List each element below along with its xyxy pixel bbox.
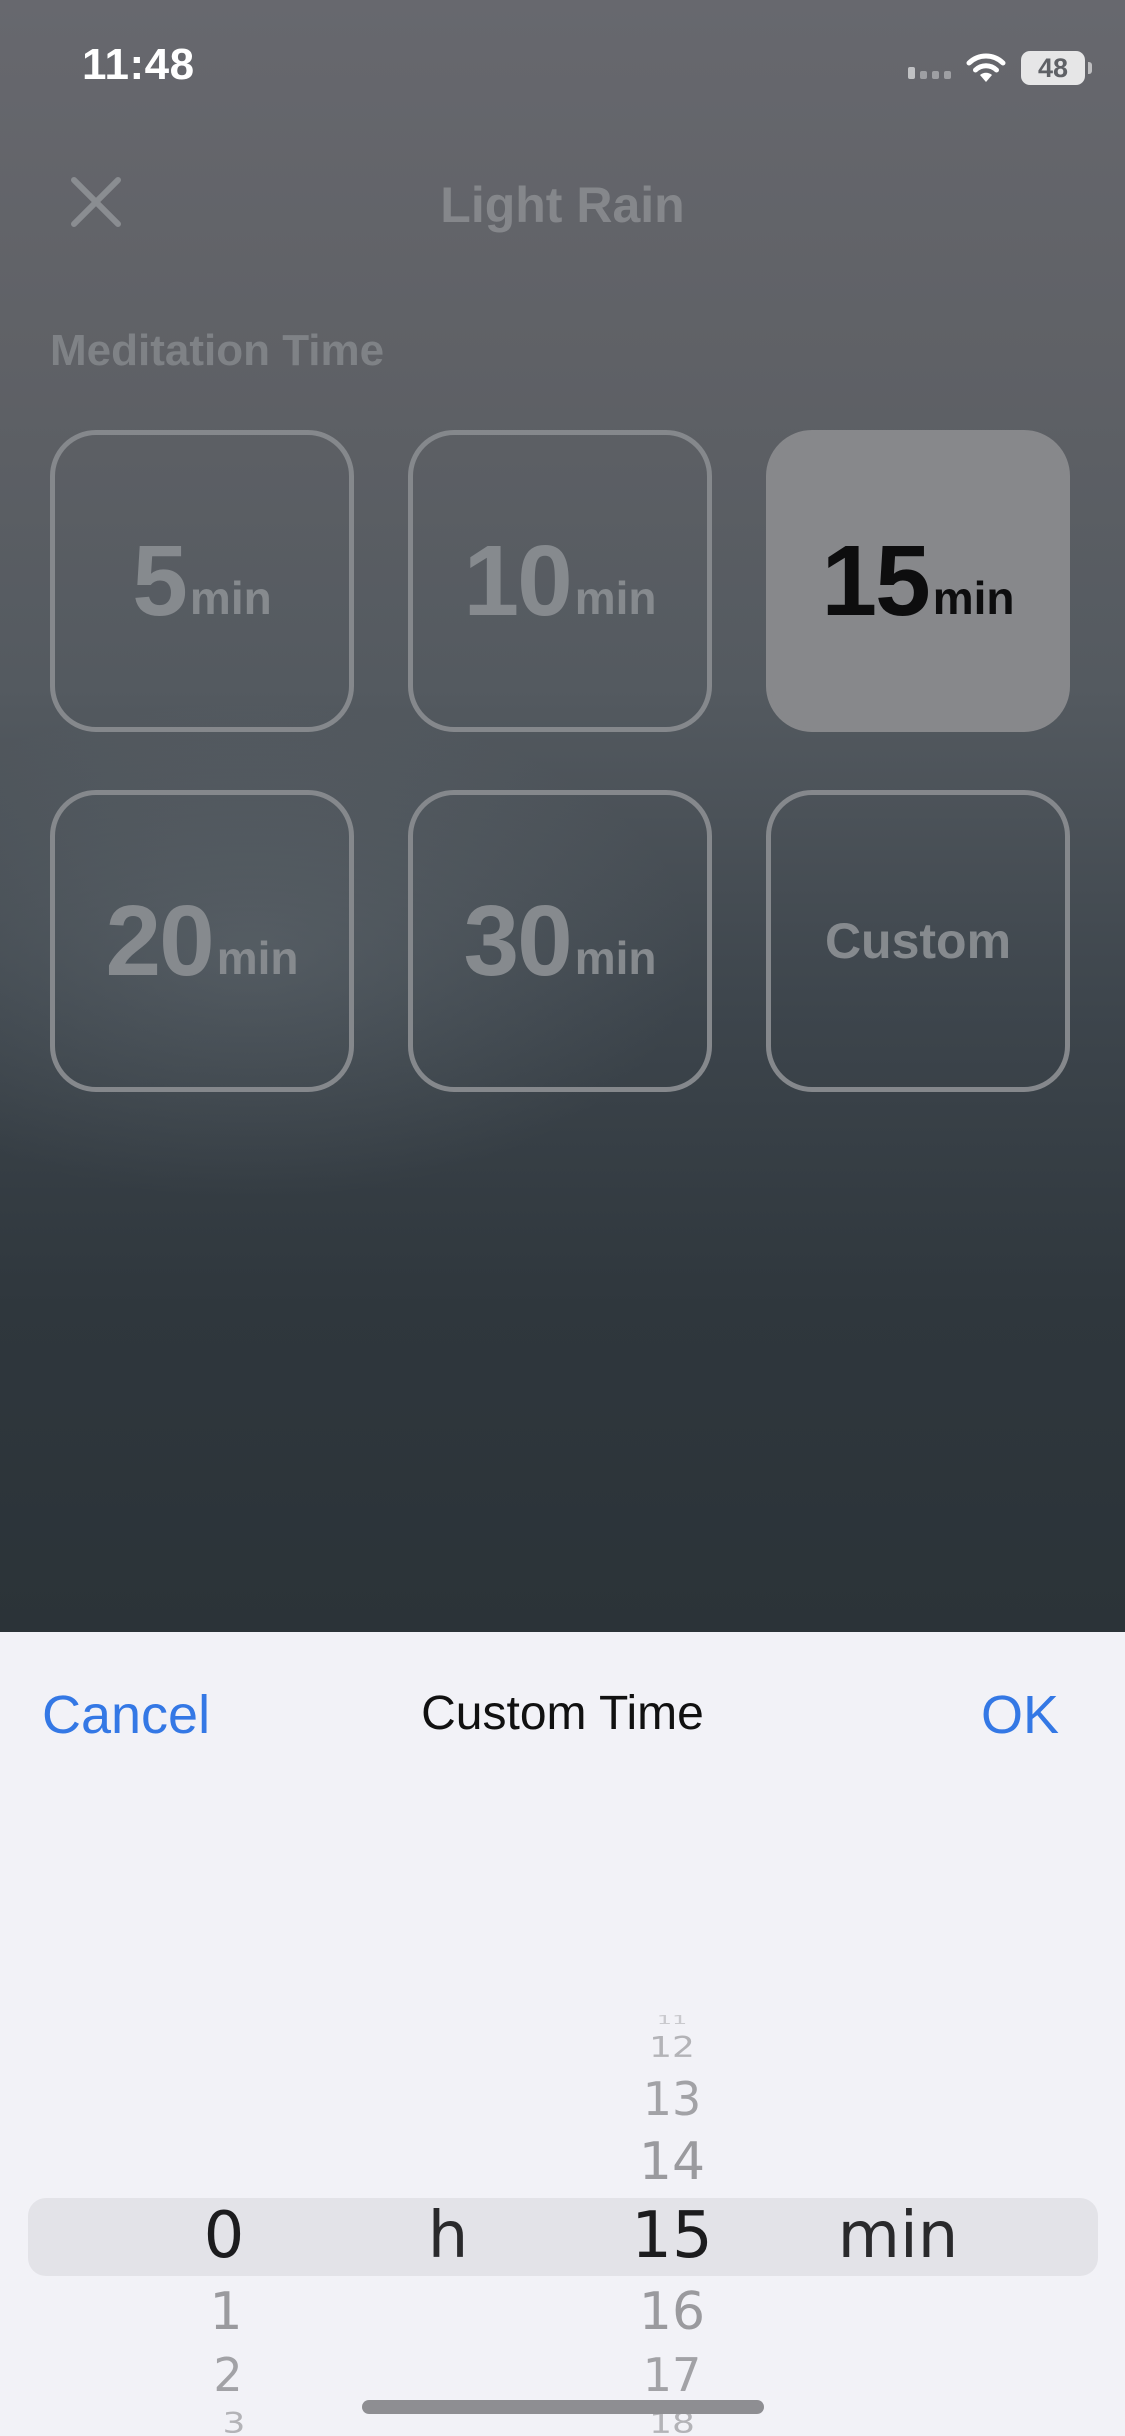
wifi-icon xyxy=(966,53,1006,82)
status-time: 11:48 xyxy=(82,40,195,89)
cellular-signal-icon xyxy=(908,57,951,79)
time-option-30[interactable]: 30 min xyxy=(408,790,712,1092)
time-option-value: 15 xyxy=(821,524,930,637)
time-option-10[interactable]: 10 min xyxy=(408,430,712,732)
time-option-20[interactable]: 20 min xyxy=(50,790,354,1092)
hours-option: 1 xyxy=(209,2282,243,2342)
status-icons: 48 xyxy=(908,48,1092,88)
section-label-meditation-time: Meditation Time xyxy=(50,326,385,375)
time-picker[interactable]: 0 1 2 3 4 h 11 12 13 14 15 16 17 18 19 m… xyxy=(0,1812,1125,2436)
time-option-unit: min xyxy=(574,932,657,984)
minutes-option: 16 xyxy=(638,2282,706,2342)
time-option-unit: min xyxy=(189,572,272,624)
time-option-unit: min xyxy=(216,932,299,984)
background-app-dimmed: 11:48 48 Light Rain Meditation Time 5 mi… xyxy=(0,0,1125,1632)
battery-icon: 48 xyxy=(1021,51,1092,85)
sheet-title: Custom Time xyxy=(421,1687,704,1740)
time-option-15-selected[interactable]: 15 min xyxy=(766,430,1070,732)
minutes-option: 14 xyxy=(638,2132,706,2192)
custom-time-sheet: Cancel Custom Time OK 0 1 2 3 4 h 11 12 … xyxy=(0,1632,1125,2436)
page-title: Light Rain xyxy=(440,177,685,233)
minutes-unit-label: min xyxy=(837,2199,959,2273)
time-option-value: 20 xyxy=(105,884,214,997)
custom-label: Custom xyxy=(824,913,1012,969)
minutes-option: 11 xyxy=(656,2013,688,2027)
time-option-unit: min xyxy=(574,572,657,624)
time-option-unit: min xyxy=(932,572,1015,624)
minutes-selected-value: 15 xyxy=(631,2199,713,2273)
minutes-option: 17 xyxy=(642,2348,702,2402)
battery-level: 48 xyxy=(1037,52,1069,83)
time-option-value: 30 xyxy=(463,884,572,997)
time-option-5[interactable]: 5 min xyxy=(50,430,354,732)
ok-button[interactable]: OK xyxy=(981,1684,1059,1746)
hours-option: 2 xyxy=(213,2348,243,2402)
hours-unit-label: h xyxy=(427,2199,469,2273)
minutes-option: 12 xyxy=(649,2031,695,2064)
hours-option: 3 xyxy=(222,2407,246,2436)
minutes-option: 13 xyxy=(642,2072,702,2126)
time-option-custom[interactable]: Custom xyxy=(766,790,1070,1092)
time-option-value: 10 xyxy=(463,524,572,637)
home-indicator[interactable] xyxy=(362,2400,764,2414)
time-option-value: 5 xyxy=(132,524,188,637)
screen: 11:48 48 Light Rain Meditation Time 5 mi… xyxy=(0,0,1125,2436)
hours-selected-value: 0 xyxy=(203,2199,245,2273)
